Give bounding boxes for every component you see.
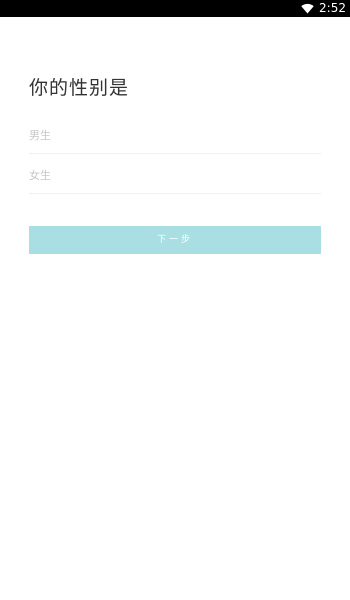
status-icons: 2:52 <box>301 0 346 17</box>
status-time: 2:52 <box>319 1 346 15</box>
next-button[interactable]: 下一步 <box>29 226 321 254</box>
page-title: 你的性别是 <box>29 77 130 99</box>
option-female-label: 女生 <box>29 169 51 182</box>
option-male-label: 男生 <box>29 129 51 142</box>
status-bar: 2:52 <box>0 0 350 17</box>
option-female[interactable]: 女生 <box>29 158 321 194</box>
option-male[interactable]: 男生 <box>29 118 321 154</box>
wifi-icon <box>301 3 314 14</box>
